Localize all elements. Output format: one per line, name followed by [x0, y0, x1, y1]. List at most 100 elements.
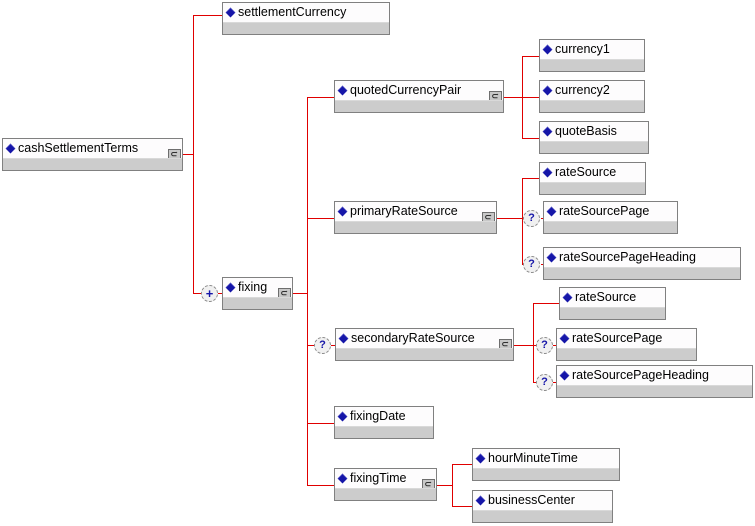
node-label-row: quoteBasis — [540, 122, 648, 141]
node-primary-rate-source-page[interactable]: rateSourcePage — [543, 201, 678, 234]
marker-label: ? — [541, 376, 548, 388]
node-label: primaryRateSource — [350, 204, 458, 218]
node-type-strip — [540, 182, 645, 194]
node-quote-basis[interactable]: quoteBasis — [539, 121, 649, 154]
marker-optional-secondary-rate-source-page[interactable]: ? — [536, 337, 553, 354]
sequence-compositor-icon[interactable] — [482, 212, 495, 221]
node-label: currency2 — [555, 83, 610, 97]
element-diamond-icon — [542, 167, 553, 178]
node-settlement-currency[interactable]: settlementCurrency — [222, 2, 390, 35]
node-type-strip — [335, 488, 436, 500]
node-quoted-currency-pair[interactable]: quotedCurrencyPair — [334, 80, 504, 113]
node-label: settlementCurrency — [238, 5, 347, 19]
element-diamond-icon — [338, 333, 349, 344]
connector-to-currency1 — [522, 56, 539, 57]
node-hour-minute-time[interactable]: hourMinuteTime — [472, 448, 620, 481]
connector-fixingtime-bus — [452, 464, 453, 507]
element-diamond-icon — [225, 7, 236, 18]
node-type-strip — [540, 100, 644, 112]
element-diamond-icon — [225, 282, 236, 293]
node-label: rateSourcePageHeading — [572, 368, 709, 382]
connector-srs-stub — [514, 345, 534, 346]
marker-optional-primary-rate-source-page-heading[interactable]: ? — [523, 256, 540, 273]
marker-label: + — [205, 286, 214, 301]
node-label: hourMinuteTime — [488, 451, 578, 465]
node-primary-rate-source-rate-source[interactable]: rateSource — [539, 162, 646, 195]
marker-optional-secondary-rate-source[interactable]: ? — [314, 337, 331, 354]
marker-label: ? — [541, 339, 548, 351]
node-label: rateSource — [575, 290, 637, 304]
sequence-compositor-icon[interactable] — [489, 91, 502, 100]
connector-fixing-bus — [307, 97, 308, 485]
node-label-row: rateSource — [560, 288, 665, 307]
node-label-row: settlementCurrency — [223, 3, 389, 22]
node-label: quotedCurrencyPair — [350, 83, 462, 97]
sequence-compositor-icon[interactable] — [499, 339, 512, 348]
node-business-center[interactable]: businessCenter — [472, 490, 613, 523]
node-label-row: secondaryRateSource — [336, 329, 513, 348]
connector-to-fixing — [193, 293, 201, 294]
connector-to-fixing-time — [307, 485, 334, 486]
marker-label: ? — [528, 258, 535, 270]
node-type-strip — [335, 221, 496, 233]
connector-to-primary-rate-source — [307, 218, 334, 219]
node-label-row: rateSourcePage — [544, 202, 677, 221]
node-type-strip — [223, 22, 389, 34]
node-primary-rate-source-page-heading[interactable]: rateSourcePageHeading — [543, 247, 741, 280]
node-label-row: rateSource — [540, 163, 645, 182]
marker-optional-primary-rate-source-page[interactable]: ? — [523, 210, 540, 227]
connector-to-currency2 — [522, 97, 539, 98]
node-fixing-date[interactable]: fixingDate — [334, 406, 434, 439]
node-type-strip — [540, 141, 648, 153]
node-currency2[interactable]: currency2 — [539, 80, 645, 113]
node-secondary-rate-source-page[interactable]: rateSourcePage — [556, 328, 697, 361]
node-cash-settlement-terms[interactable]: cashSettlementTerms — [2, 138, 183, 171]
node-label: currency1 — [555, 42, 610, 56]
node-secondary-rate-source[interactable]: secondaryRateSource — [335, 328, 514, 361]
node-secondary-rate-source-page-heading[interactable]: rateSourcePageHeading — [556, 365, 753, 398]
element-diamond-icon — [546, 252, 557, 263]
node-currency1[interactable]: currency1 — [539, 39, 645, 72]
connector-to-hour-minute-time — [452, 464, 472, 465]
sequence-compositor-icon[interactable] — [422, 479, 435, 488]
node-secondary-rate-source-rate-source[interactable]: rateSource — [559, 287, 666, 320]
node-type-strip — [473, 468, 619, 480]
node-type-strip — [544, 221, 677, 233]
connector-to-settlement-currency — [193, 15, 222, 16]
node-label-row: primaryRateSource — [335, 202, 496, 221]
node-type-strip — [557, 385, 752, 397]
element-diamond-icon — [542, 85, 553, 96]
node-fixing-time[interactable]: fixingTime — [334, 468, 437, 501]
sequence-compositor-icon[interactable] — [168, 149, 181, 158]
marker-label: ? — [528, 212, 535, 224]
sequence-compositor-icon[interactable] — [278, 288, 291, 297]
connector-to-business-center — [452, 506, 472, 507]
node-type-strip — [335, 426, 433, 438]
node-label: rateSourcePage — [572, 331, 663, 345]
element-diamond-icon — [337, 473, 348, 484]
element-diamond-icon — [337, 411, 348, 422]
connector-to-s-rate-source — [533, 303, 559, 304]
node-primary-rate-source[interactable]: primaryRateSource — [334, 201, 497, 234]
node-type-strip — [560, 307, 665, 319]
node-label: rateSource — [555, 165, 617, 179]
connector-fixingtime-stub — [437, 485, 453, 486]
marker-expand-fixing[interactable]: + — [201, 285, 218, 302]
schema-diagram-canvas: + ? ? ? ? ? cashSettlementTerms settleme… — [0, 0, 755, 526]
node-fixing[interactable]: fixing — [222, 277, 293, 310]
node-label-row: currency1 — [540, 40, 644, 59]
marker-optional-secondary-rate-source-page-heading[interactable]: ? — [536, 374, 553, 391]
node-label: fixingDate — [350, 409, 406, 423]
node-label-row: fixing — [223, 278, 292, 297]
element-diamond-icon — [559, 370, 570, 381]
node-type-strip — [3, 158, 182, 170]
connector-to-p-rate-source — [522, 178, 539, 179]
node-label: rateSourcePage — [559, 204, 650, 218]
node-type-strip — [544, 267, 740, 279]
connector-root-bus — [193, 15, 194, 294]
node-label: fixing — [238, 280, 268, 294]
node-label-row: fixingTime — [335, 469, 436, 488]
element-diamond-icon — [475, 453, 486, 464]
node-type-strip — [335, 100, 503, 112]
node-label-row: businessCenter — [473, 491, 612, 510]
